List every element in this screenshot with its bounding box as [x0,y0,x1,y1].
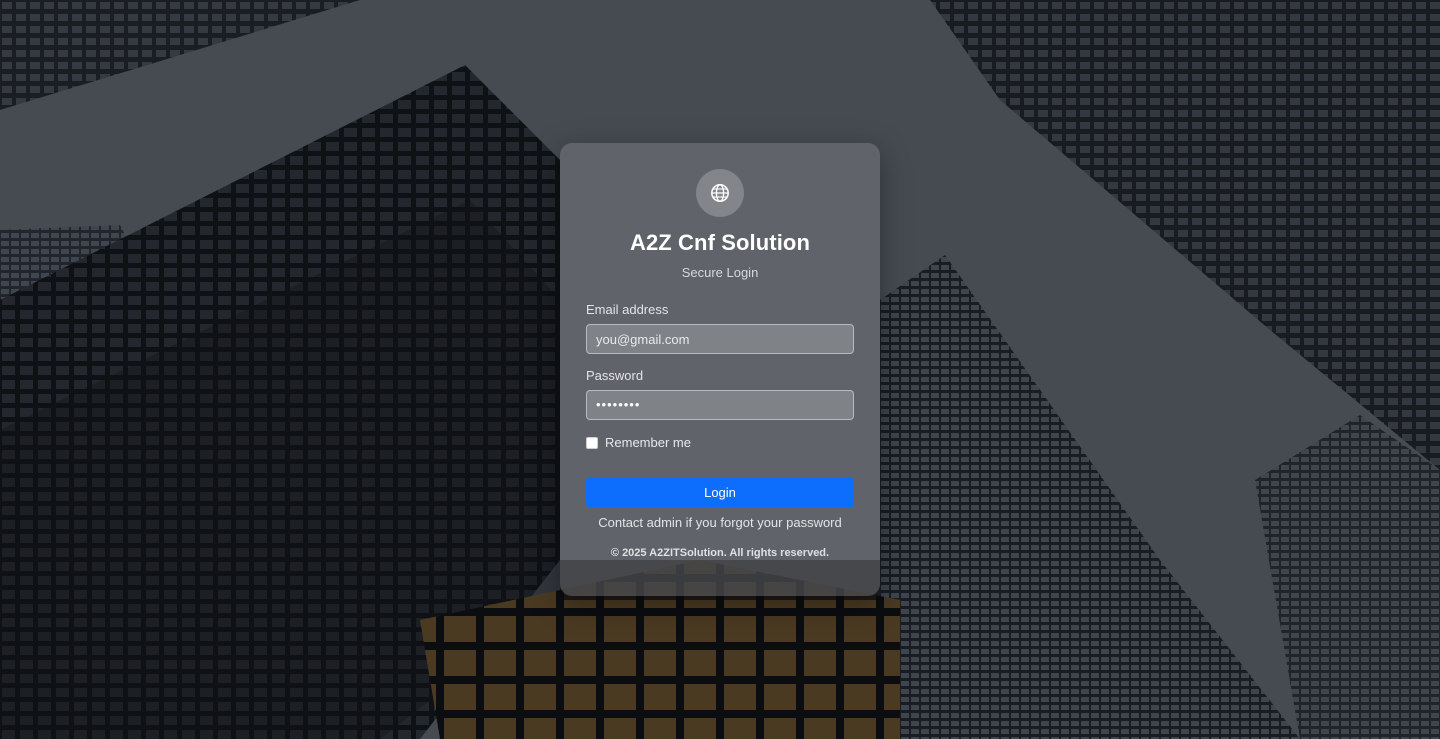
password-label: Password [586,368,644,383]
remember-me-row: Remember me [586,435,854,450]
remember-me-label[interactable]: Remember me [605,435,691,450]
password-field[interactable]: •••••••• [586,390,854,420]
globe-icon [710,183,730,203]
remember-me-checkbox[interactable] [586,436,598,449]
logo-badge [696,169,744,217]
login-card: A2Z Cnf Solution Secure Login Email addr… [560,143,880,596]
login-button[interactable]: Login [586,478,854,507]
email-label: Email address [586,302,669,317]
email-field[interactable] [586,324,854,354]
forgot-password-text: Contact admin if you forgot your passwor… [598,515,842,530]
brand-subtitle: Secure Login [681,265,759,280]
brand-title: A2Z Cnf Solution [629,230,811,255]
copyright-footer: © 2025 A2ZITSolution. All rights reserve… [610,547,830,559]
